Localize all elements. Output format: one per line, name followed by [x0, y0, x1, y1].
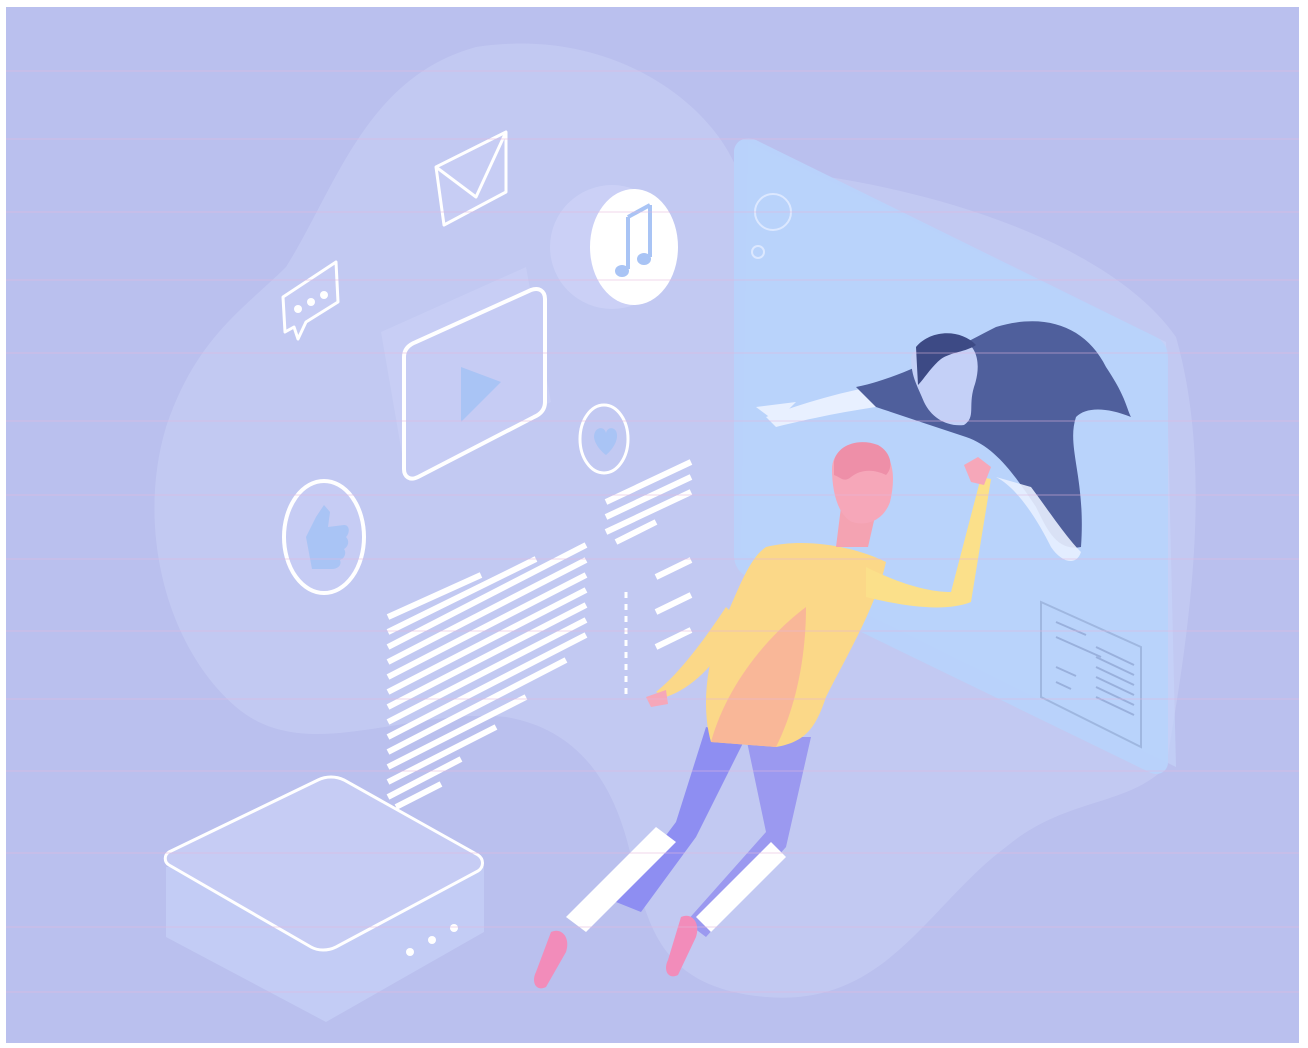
router-device	[163, 775, 484, 1022]
illustration-frame	[6, 7, 1299, 1043]
music-note-icon	[550, 185, 678, 309]
isometric-illustration	[6, 43, 1299, 1022]
thumbs-up-icon	[282, 479, 366, 595]
